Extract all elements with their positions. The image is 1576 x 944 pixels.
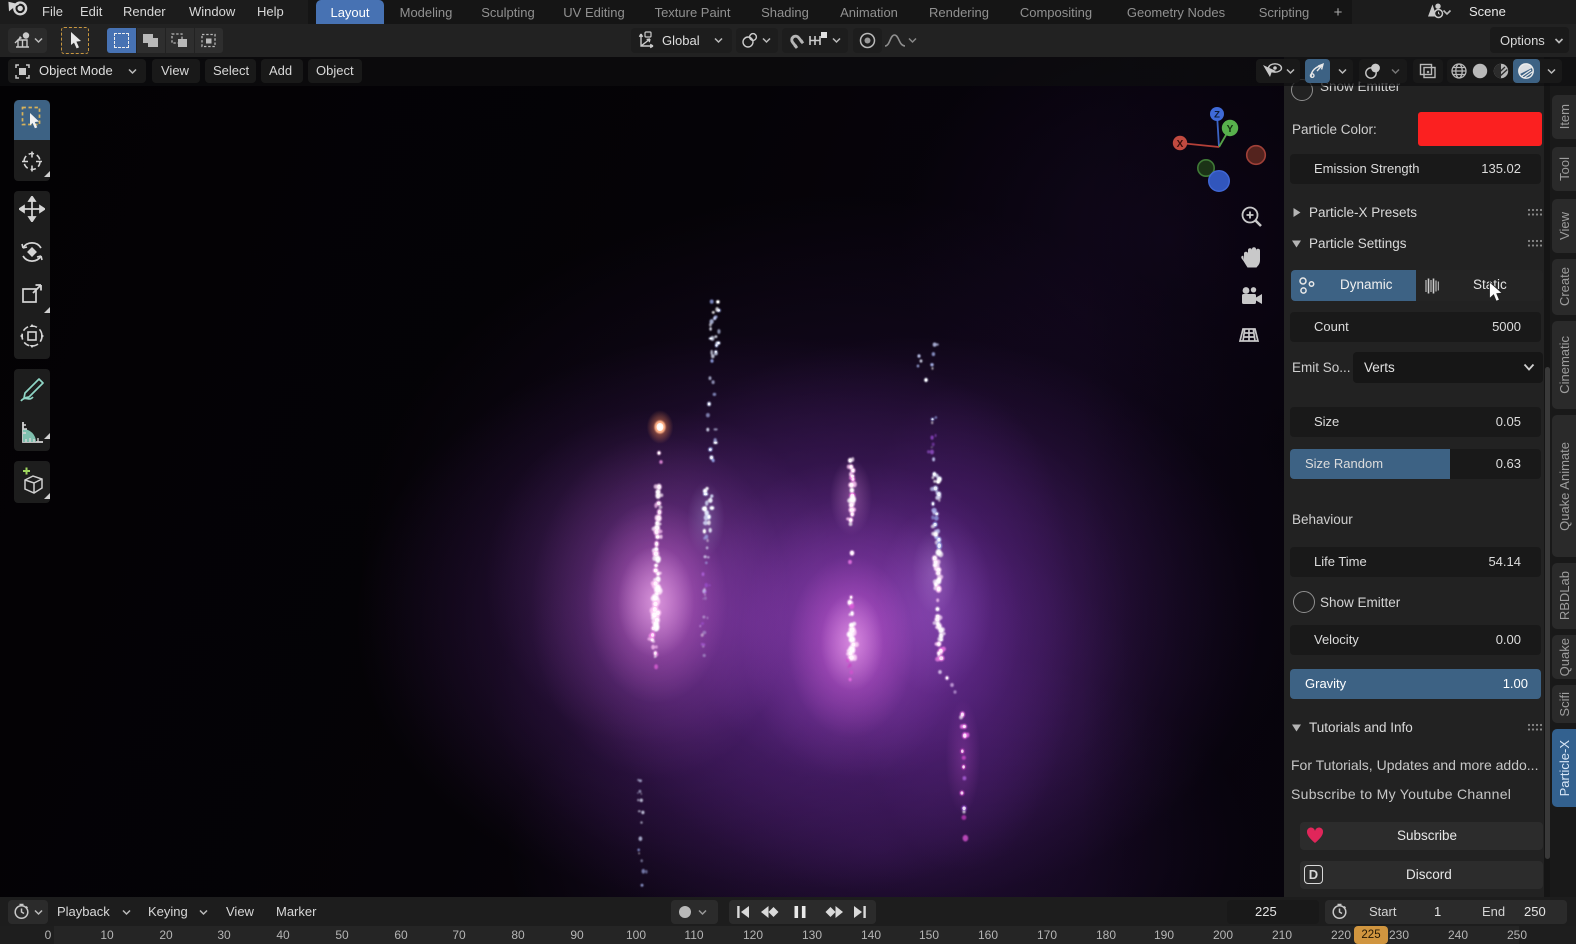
svg-text:Z: Z [1214,110,1220,121]
svg-text:Y: Y [1227,124,1234,135]
svg-text:X: X [1177,139,1184,150]
